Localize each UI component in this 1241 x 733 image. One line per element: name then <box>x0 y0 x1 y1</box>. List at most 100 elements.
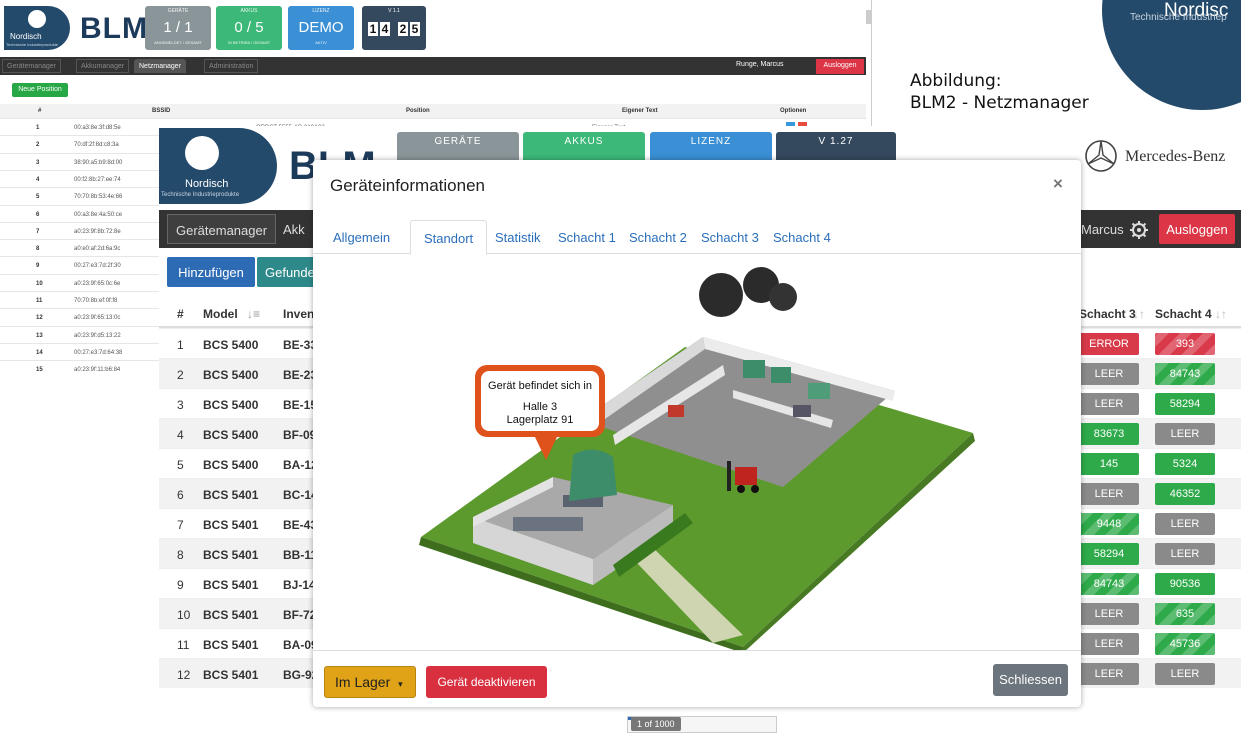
main-logo-text: Nordisch <box>185 178 229 190</box>
row-model: BCS 5400 <box>203 458 259 472</box>
row-model: BCS 5401 <box>203 518 259 532</box>
mercedes-star-icon <box>1085 140 1117 172</box>
page-count-badge: 1 of 1000 <box>631 717 681 731</box>
row-inventory: BE-15 <box>283 398 318 412</box>
tab-geraetemanager[interactable]: Gerätemanager <box>167 214 277 244</box>
col-schacht3[interactable]: Schacht 3 <box>1079 307 1136 321</box>
bg-tile-geraete: GERÄTE 1 / 1 ANGEMELDET / GESAMT <box>145 6 211 50</box>
row-number: 8 <box>177 548 184 562</box>
row-inventory: BF-72 <box>283 608 317 622</box>
status-dropdown[interactable]: Im Lager ▾ <box>324 666 416 698</box>
schacht3-badge[interactable]: 145 <box>1079 453 1139 475</box>
sort-icon[interactable]: ↓↑ <box>1133 307 1145 321</box>
schacht4-badge[interactable]: 84743 <box>1155 363 1215 385</box>
tab-schacht-3[interactable]: Schacht 3 <box>701 230 759 245</box>
row-bssid: a0:23:9f:65:0c:6e <box>74 280 121 287</box>
schacht4-badge[interactable]: 58294 <box>1155 393 1215 415</box>
main-logo: Nordisch Technische Industrieprodukte <box>159 128 277 204</box>
add-button[interactable]: Hinzufügen <box>167 257 255 287</box>
col-schacht4[interactable]: Schacht 4 <box>1155 307 1212 321</box>
row-number: 13 <box>36 332 43 339</box>
schacht4-badge[interactable]: 90536 <box>1155 573 1215 595</box>
schacht3-badge[interactable]: 58294 <box>1079 543 1139 565</box>
warehouse-3d-illustration: Gerät befindet sich in Halle 3 Lagerplat… <box>419 267 975 653</box>
row-bssid: 00:f2:8b:27:ee:74 <box>74 176 121 183</box>
mercedes-brand: Mercedes-Benz <box>1125 148 1226 165</box>
schacht3-badge[interactable]: LEER <box>1079 663 1139 685</box>
row-inventory: BB-11 <box>283 548 318 562</box>
tree <box>699 273 743 317</box>
col-inventory[interactable]: Inven <box>283 307 314 321</box>
row-bssid: a0:23:9f:d5:13:22 <box>74 332 121 339</box>
row-inventory: BJ-14 <box>283 578 316 592</box>
sort-icon[interactable]: ↓≡ <box>247 307 260 321</box>
clock-digit: 1 <box>368 22 378 36</box>
tile-value: 0 / 5 <box>234 19 264 36</box>
gear-icon[interactable] <box>1129 220 1149 240</box>
status-dropdown-label: Im Lager <box>335 674 391 690</box>
schacht4-badge[interactable]: 393 <box>1155 333 1215 355</box>
schacht3-badge[interactable]: ERROR <box>1079 333 1139 355</box>
close-icon[interactable]: × <box>1053 174 1063 194</box>
bg-tab-netzmanager[interactable]: Netzmanager <box>134 59 187 73</box>
row-inventory: BF-09 <box>283 428 317 442</box>
bg-scrollbar[interactable] <box>866 10 871 24</box>
row-number: 12 <box>177 668 191 682</box>
row-number: 10 <box>36 280 43 287</box>
bg-clock-digits: 1 4 2 5 <box>368 22 426 36</box>
bg-logo-text: Nordisch <box>10 32 42 41</box>
schacht4-badge[interactable]: 45736 <box>1155 633 1215 655</box>
tile-sub: IN BETRIEB / GESAMT <box>227 40 271 45</box>
row-bssid: a0:e0:af:2d:6a:9c <box>74 246 121 253</box>
tab-schacht-1[interactable]: Schacht 1 <box>558 230 616 245</box>
bubble-storage-slot: Lagerplatz 91 <box>507 414 574 426</box>
main-user-name: Marcus <box>1081 222 1124 237</box>
modal-title: Geräteinformationen <box>330 176 485 195</box>
row-model: BCS 5400 <box>203 398 259 412</box>
deactivate-device-button[interactable]: Gerät deaktivieren <box>426 666 547 698</box>
device-info-modal: Geräteinformationen × Allgemein Standort… <box>313 160 1081 707</box>
bg-new-position-button[interactable]: Neue Position <box>12 83 68 97</box>
col-num: # <box>177 307 184 321</box>
row-number: 2 <box>177 368 184 382</box>
tab-akkumanager[interactable]: Akk <box>283 222 305 237</box>
sort-icon[interactable]: ↓↑ <box>1215 307 1227 321</box>
bg-logout-button[interactable]: Ausloggen <box>816 59 864 74</box>
col-position: Position <box>406 108 430 114</box>
schacht3-badge[interactable]: 84743 <box>1079 573 1139 595</box>
schacht3-badge[interactable]: LEER <box>1079 603 1139 625</box>
schacht4-badge[interactable]: LEER <box>1155 663 1215 685</box>
row-model: BCS 5401 <box>203 608 259 622</box>
schacht3-badge[interactable]: 9448 <box>1079 513 1139 535</box>
schacht4-badge[interactable]: LEER <box>1155 513 1215 535</box>
main-logout-button[interactable]: Ausloggen <box>1159 214 1235 244</box>
bg-tab-akkumanager[interactable]: Akkumanager <box>76 59 130 73</box>
schacht3-badge[interactable]: LEER <box>1079 393 1139 415</box>
bg-tab-administration[interactable]: Administration <box>204 59 259 73</box>
tile-value: DEMO <box>298 19 344 36</box>
tab-standort[interactable]: Standort <box>410 220 488 255</box>
schacht4-badge[interactable]: LEER <box>1155 423 1215 445</box>
row-number: 1 <box>177 338 184 352</box>
row-model: BCS 5401 <box>203 638 259 652</box>
schacht3-badge[interactable]: LEER <box>1079 633 1139 655</box>
schacht4-badge[interactable]: 5324 <box>1155 453 1215 475</box>
schacht4-badge[interactable]: 635 <box>1155 603 1215 625</box>
col-model[interactable]: Model <box>203 307 238 321</box>
tab-allgemein[interactable]: Allgemein <box>333 230 390 245</box>
row-inventory: BE-33 <box>283 338 318 352</box>
schacht4-badge[interactable]: LEER <box>1155 543 1215 565</box>
tab-schacht-4[interactable]: Schacht 4 <box>773 230 831 245</box>
schacht3-badge[interactable]: LEER <box>1079 483 1139 505</box>
bg-tab-geraetemanager[interactable]: Gerätemanager <box>2 59 62 73</box>
row-bssid: a0:23:9f:8b:72:8e <box>74 228 121 235</box>
schacht3-badge[interactable]: LEER <box>1079 363 1139 385</box>
bg-header: Nordisch Technische Industrieprodukte BL… <box>0 0 871 56</box>
row-number: 5 <box>177 458 184 472</box>
tab-statistik[interactable]: Statistik <box>495 230 541 245</box>
schacht3-badge[interactable]: 83673 <box>1079 423 1139 445</box>
bg-logo-sub: Technische Industrieprodukte <box>6 42 59 47</box>
close-button[interactable]: Schliessen <box>993 664 1068 696</box>
tab-schacht-2[interactable]: Schacht 2 <box>629 230 687 245</box>
schacht4-badge[interactable]: 46352 <box>1155 483 1215 505</box>
